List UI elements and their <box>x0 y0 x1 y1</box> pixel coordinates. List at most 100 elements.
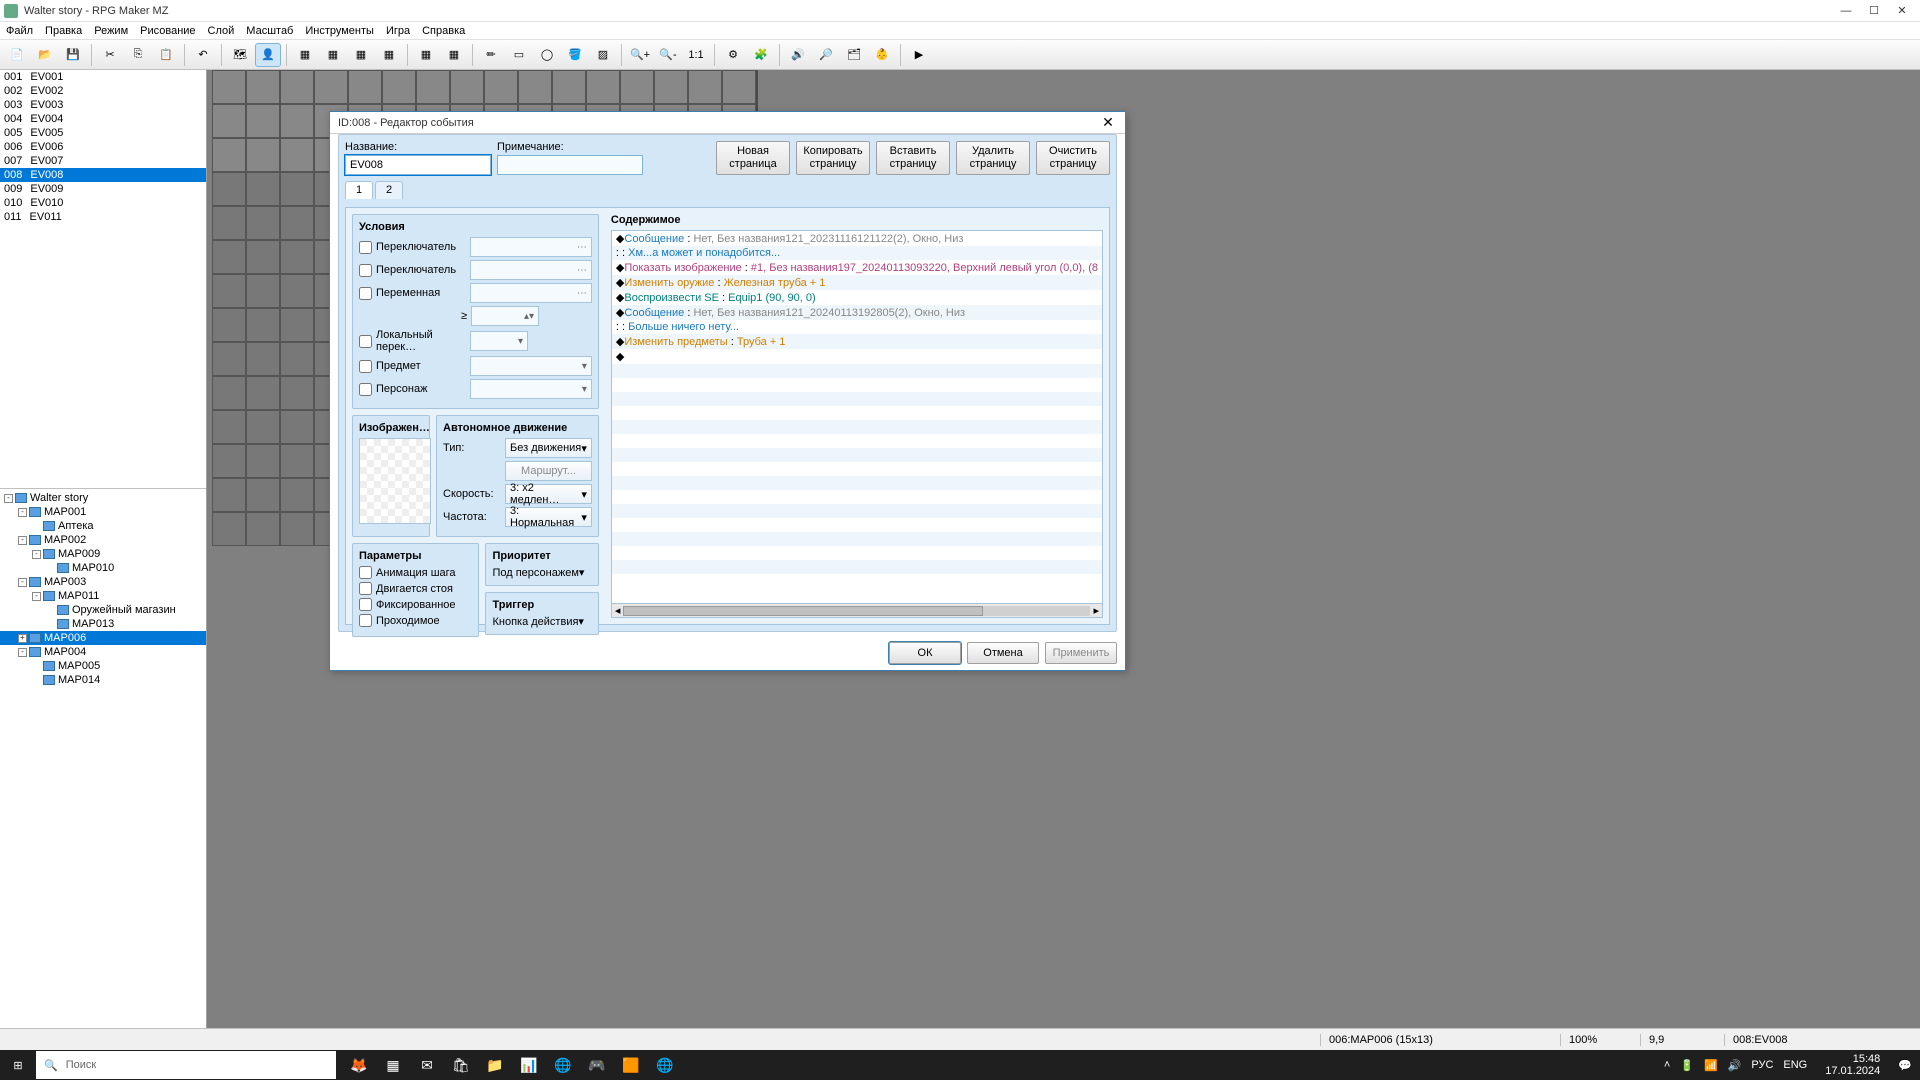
step-anim-check[interactable] <box>359 582 372 595</box>
tray-volume-icon[interactable]: 🔊 <box>1728 1059 1742 1072</box>
menu-Слой[interactable]: Слой <box>208 25 235 37</box>
command-line[interactable]: : : Хм...а может и понадобится... <box>612 246 1102 260</box>
speed-select[interactable]: 3: x2 медлен…▾ <box>505 484 592 504</box>
event-row[interactable]: 008EV008 <box>0 168 206 182</box>
layer2-icon[interactable]: ▦ <box>320 43 346 67</box>
through-check[interactable] <box>359 614 372 627</box>
shadowpen-icon[interactable]: ▨ <box>590 43 616 67</box>
event-row[interactable]: 009EV009 <box>0 182 206 196</box>
save-project-icon[interactable]: 💾 <box>60 43 86 67</box>
command-line[interactable]: ◆Сообщение : Нет, Без названия121_202311… <box>612 231 1102 246</box>
taskbar-excel[interactable]: 📊 <box>512 1050 546 1080</box>
playtest-icon[interactable]: ▶ <box>906 43 932 67</box>
clear-page-button[interactable]: Очистить страницу <box>1036 141 1110 175</box>
menu-Игра[interactable]: Игра <box>386 25 410 37</box>
minimize-button[interactable]: — <box>1832 5 1860 17</box>
copy-icon[interactable]: ⎘ <box>125 43 151 67</box>
tree-node[interactable]: +MAP006 <box>0 631 206 645</box>
command-list[interactable]: ◆Сообщение : Нет, Без названия121_202311… <box>611 230 1103 604</box>
layer3-icon[interactable]: ▦ <box>348 43 374 67</box>
command-line[interactable]: ◆Воспроизвести SE : Equip1 (90, 90, 0) <box>612 290 1102 305</box>
zoom-out-icon[interactable]: 🔍- <box>655 43 681 67</box>
tray-kb[interactable]: ENG <box>1783 1059 1807 1071</box>
menu-Справка[interactable]: Справка <box>422 25 465 37</box>
trigger-select[interactable]: Кнопка действия▾ <box>492 615 591 628</box>
page-tab-1[interactable]: 1 <box>345 181 373 199</box>
eventsearch-icon[interactable]: 🔎 <box>813 43 839 67</box>
actor-check[interactable] <box>359 383 372 396</box>
menu-Масштаб[interactable]: Масштаб <box>246 25 293 37</box>
start-button[interactable]: ⊞ <box>0 1050 36 1080</box>
h-scrollbar[interactable]: ◂ ▸ <box>611 604 1103 618</box>
apply-button[interactable]: Применить <box>1045 642 1117 664</box>
switch1-check[interactable] <box>359 241 372 254</box>
event-list[interactable]: 001EV001002EV002003EV003004EV004005EV005… <box>0 70 206 488</box>
note-input[interactable] <box>497 155 643 175</box>
dialog-close-icon[interactable]: ✕ <box>1099 114 1117 131</box>
dir-fix-check[interactable] <box>359 598 372 611</box>
cut-icon[interactable]: ✂ <box>97 43 123 67</box>
tree-node[interactable]: MAP013 <box>0 617 206 631</box>
command-line[interactable]: ◆Изменить предметы : Труба + 1 <box>612 334 1102 349</box>
selfswitch-check[interactable] <box>359 335 372 348</box>
tree-node[interactable]: -MAP011 <box>0 589 206 603</box>
menu-Файл[interactable]: Файл <box>6 25 33 37</box>
menu-Инструменты[interactable]: Инструменты <box>305 25 374 37</box>
taskbar-search[interactable]: 🔍 Поиск <box>36 1051 336 1079</box>
taskbar-store[interactable]: 🛍 <box>444 1050 478 1080</box>
ok-button[interactable]: ОК <box>889 642 961 664</box>
var-check[interactable] <box>359 287 372 300</box>
tree-node[interactable]: MAP005 <box>0 659 206 673</box>
command-line[interactable]: ◆Изменить оружие : Железная труба + 1 <box>612 275 1102 290</box>
pencil-icon[interactable]: ✏ <box>478 43 504 67</box>
layer1-icon[interactable]: ▦ <box>292 43 318 67</box>
event-row[interactable]: 004EV004 <box>0 112 206 126</box>
taskbar-explorer[interactable]: 📁 <box>478 1050 512 1080</box>
chargen-icon[interactable]: 👶 <box>869 43 895 67</box>
maximize-button[interactable]: ☐ <box>1860 4 1888 17</box>
taskbar-rpgmaker[interactable]: 🎮 <box>580 1050 614 1080</box>
copy-page-button[interactable]: Копировать страницу <box>796 141 870 175</box>
fill-icon[interactable]: 🪣 <box>562 43 588 67</box>
walk-anim-check[interactable] <box>359 566 372 579</box>
delete-page-button[interactable]: Удалить страницу <box>956 141 1030 175</box>
paste-page-button[interactable]: Вставить страницу <box>876 141 950 175</box>
command-line[interactable]: ◆Сообщение : Нет, Без названия121_202401… <box>612 305 1102 320</box>
tray-wifi-icon[interactable]: 📶 <box>1704 1059 1718 1072</box>
tray-notifications-icon[interactable]: 💬 <box>1898 1059 1912 1072</box>
image-preview[interactable] <box>359 438 431 524</box>
taskbar-taskview[interactable]: ▦ <box>376 1050 410 1080</box>
tray-lang[interactable]: РУС <box>1751 1059 1773 1071</box>
item-check[interactable] <box>359 360 372 373</box>
var-value[interactable]: ▴▾ <box>471 306 539 326</box>
event-row[interactable]: 011EV011 <box>0 210 206 224</box>
event-row[interactable]: 007EV007 <box>0 154 206 168</box>
rect-icon[interactable]: ▭ <box>506 43 532 67</box>
cancel-button[interactable]: Отмена <box>967 642 1039 664</box>
priority-select[interactable]: Под персонажем▾ <box>492 566 591 579</box>
event-row[interactable]: 001EV001 <box>0 70 206 84</box>
sound-icon[interactable]: 🔊 <box>785 43 811 67</box>
tree-node[interactable]: Аптека <box>0 519 206 533</box>
shadow-icon[interactable]: ▦ <box>413 43 439 67</box>
tree-node[interactable]: Оружейный магазин <box>0 603 206 617</box>
item-select[interactable]: ▾ <box>470 356 592 376</box>
event-row[interactable]: 005EV005 <box>0 126 206 140</box>
event-mode-icon[interactable]: 👤 <box>255 43 281 67</box>
var-select[interactable]: ⋯ <box>470 283 592 303</box>
switch2-select[interactable]: ⋯ <box>470 260 592 280</box>
event-row[interactable]: 010EV010 <box>0 196 206 210</box>
tree-node[interactable]: MAP014 <box>0 673 206 687</box>
undo-icon[interactable]: ↶ <box>190 43 216 67</box>
zoom-in-icon[interactable]: 🔍+ <box>627 43 653 67</box>
zoom-actual-icon[interactable]: 1:1 <box>683 43 709 67</box>
event-row[interactable]: 003EV003 <box>0 98 206 112</box>
tray-up-icon[interactable]: ˄ <box>1664 1059 1670 1071</box>
route-button[interactable]: Маршрут... <box>505 461 592 481</box>
new-project-icon[interactable]: 📄 <box>4 43 30 67</box>
resource-icon[interactable]: 🗂 <box>841 43 867 67</box>
tree-node[interactable]: -MAP001 <box>0 505 206 519</box>
switch1-select[interactable]: ⋯ <box>470 237 592 257</box>
tree-node[interactable]: -Walter story <box>0 491 206 505</box>
movement-type-select[interactable]: Без движения▾ <box>505 438 592 458</box>
